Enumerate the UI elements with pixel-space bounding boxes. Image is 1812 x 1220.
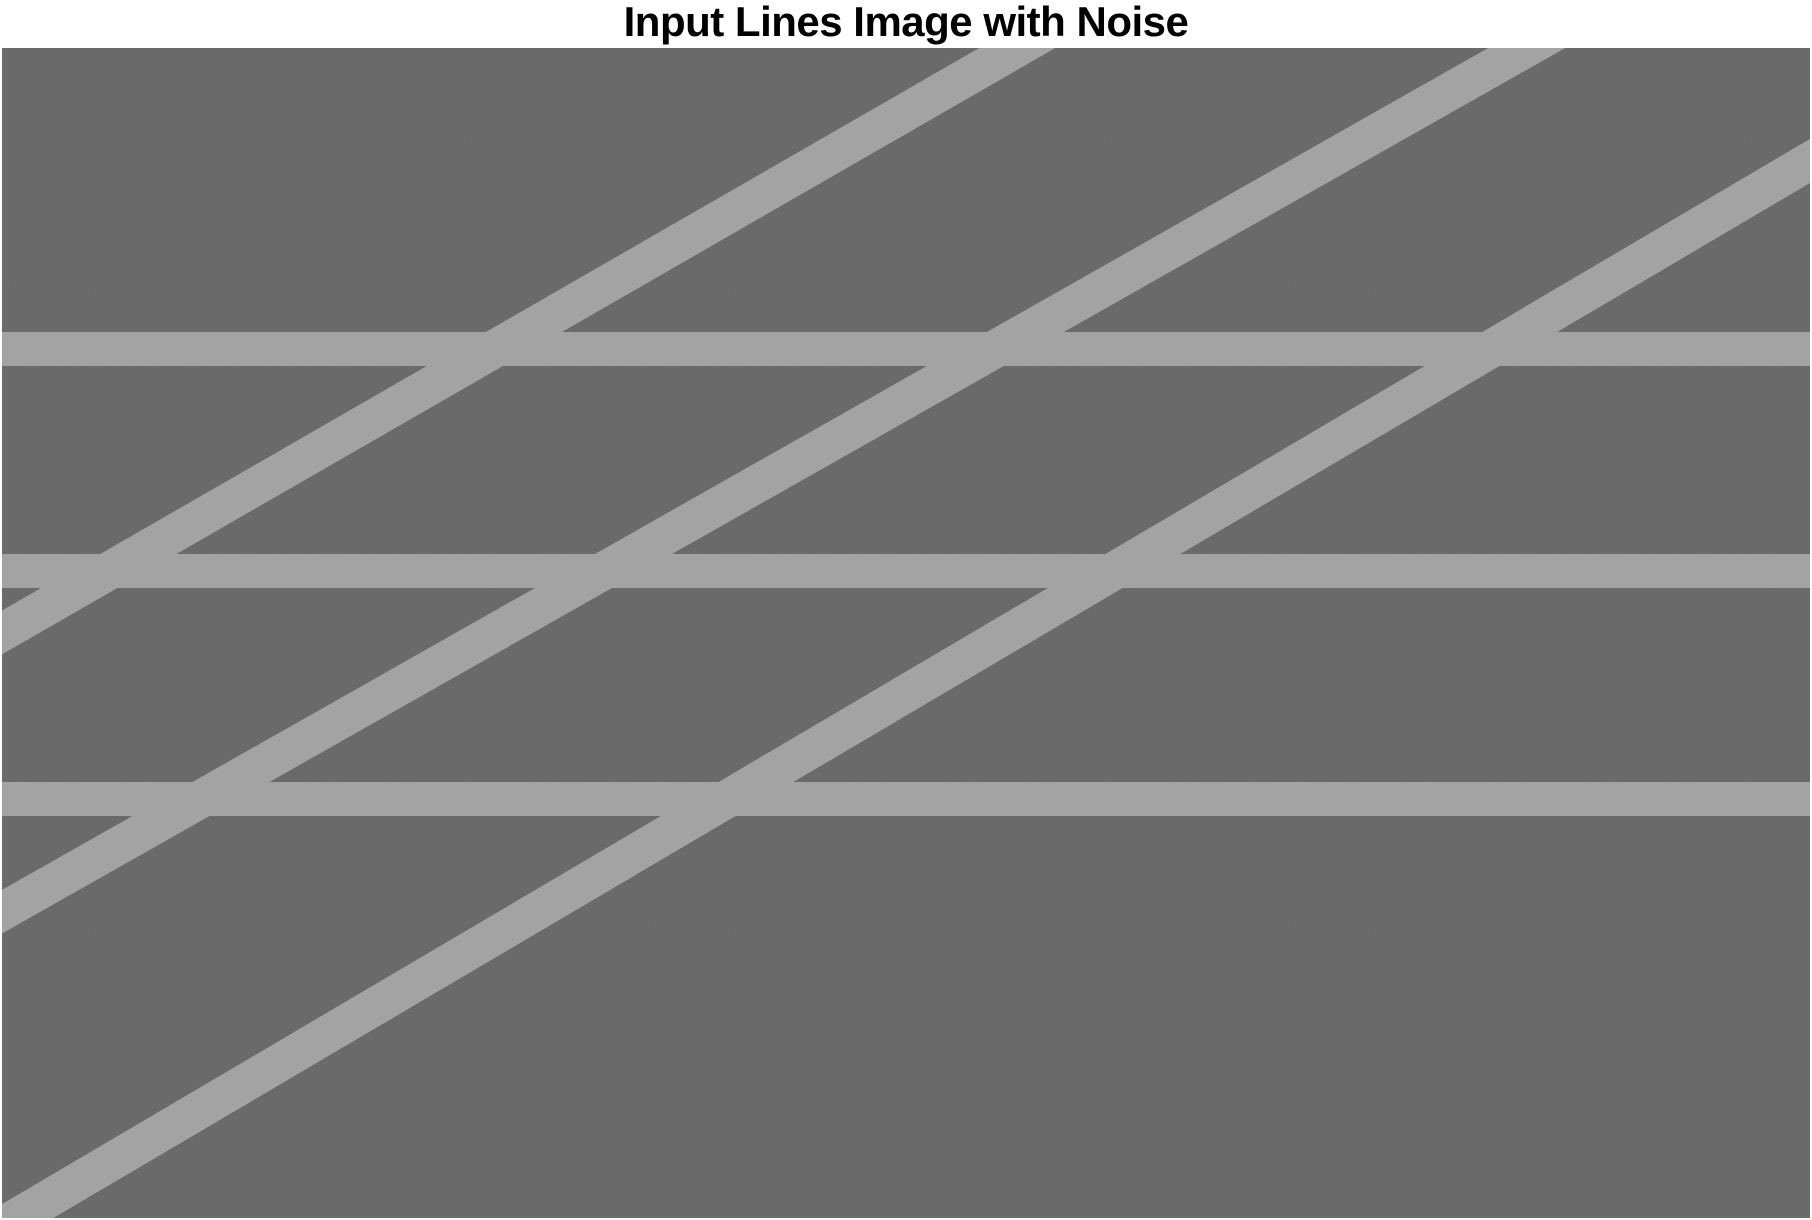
- horizontal-line-2: [2, 554, 1810, 588]
- figure-title: Input Lines Image with Noise: [623, 0, 1189, 45]
- image-background: [2, 48, 1810, 1218]
- image-scene: [2, 48, 1810, 1218]
- image-canvas: [2, 48, 1810, 1218]
- noisy-lines-image: [2, 48, 1810, 1218]
- horizontal-line-3: [2, 782, 1810, 816]
